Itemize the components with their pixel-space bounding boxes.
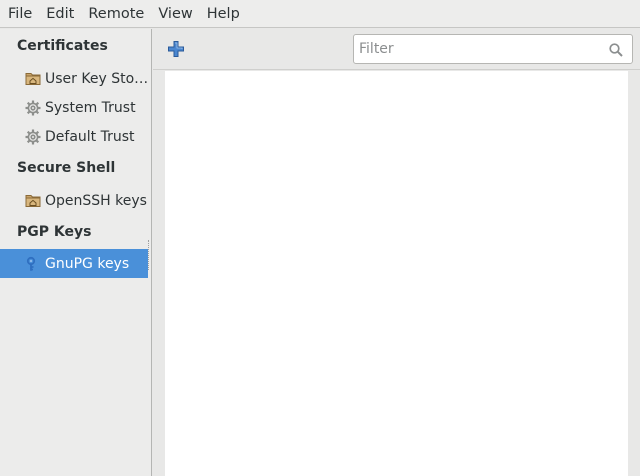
gear-icon (24, 128, 42, 146)
menu-help[interactable]: Help (200, 0, 247, 28)
add-icon (167, 40, 185, 58)
filter-field[interactable] (353, 34, 633, 64)
key-ring-icon (24, 255, 42, 273)
sidebar-item-label: GnuPG keys (45, 255, 130, 272)
sidebar-item-label: OpenSSH keys (45, 192, 147, 209)
toolbar (153, 29, 640, 70)
content-area (153, 71, 640, 476)
menu-edit[interactable]: Edit (39, 0, 81, 28)
sidebar-item-user-key-storage[interactable]: User Key Sto… (0, 64, 148, 93)
gear-icon (24, 99, 42, 117)
search-icon (608, 42, 624, 58)
folder-home-icon (24, 70, 42, 88)
pane-resize-handle[interactable] (148, 240, 151, 270)
filter-input[interactable] (359, 40, 599, 58)
sidebar-item-default-trust[interactable]: Default Trust (0, 122, 148, 151)
sidebar: Certificates User Key Sto… System Trust … (0, 29, 152, 476)
sidebar-item-openssh-keys[interactable]: OpenSSH keys (0, 186, 148, 215)
section-header-certificates: Certificates (17, 38, 108, 54)
section-header-pgp-keys: PGP Keys (17, 224, 92, 240)
sidebar-item-label: System Trust (45, 99, 136, 116)
sidebar-item-label: Default Trust (45, 128, 135, 145)
sidebar-item-system-trust[interactable]: System Trust (0, 93, 148, 122)
sidebar-item-label: User Key Sto… (45, 70, 148, 87)
sidebar-item-gnupg-keys[interactable]: GnuPG keys (0, 249, 148, 278)
key-list[interactable] (165, 71, 628, 476)
menubar: File Edit Remote View Help (0, 0, 640, 28)
add-button[interactable] (165, 38, 187, 60)
menu-file[interactable]: File (1, 0, 39, 28)
menu-view[interactable]: View (151, 0, 199, 28)
folder-home-icon (24, 192, 42, 210)
menu-remote[interactable]: Remote (81, 0, 151, 28)
section-header-secure-shell: Secure Shell (17, 160, 116, 176)
